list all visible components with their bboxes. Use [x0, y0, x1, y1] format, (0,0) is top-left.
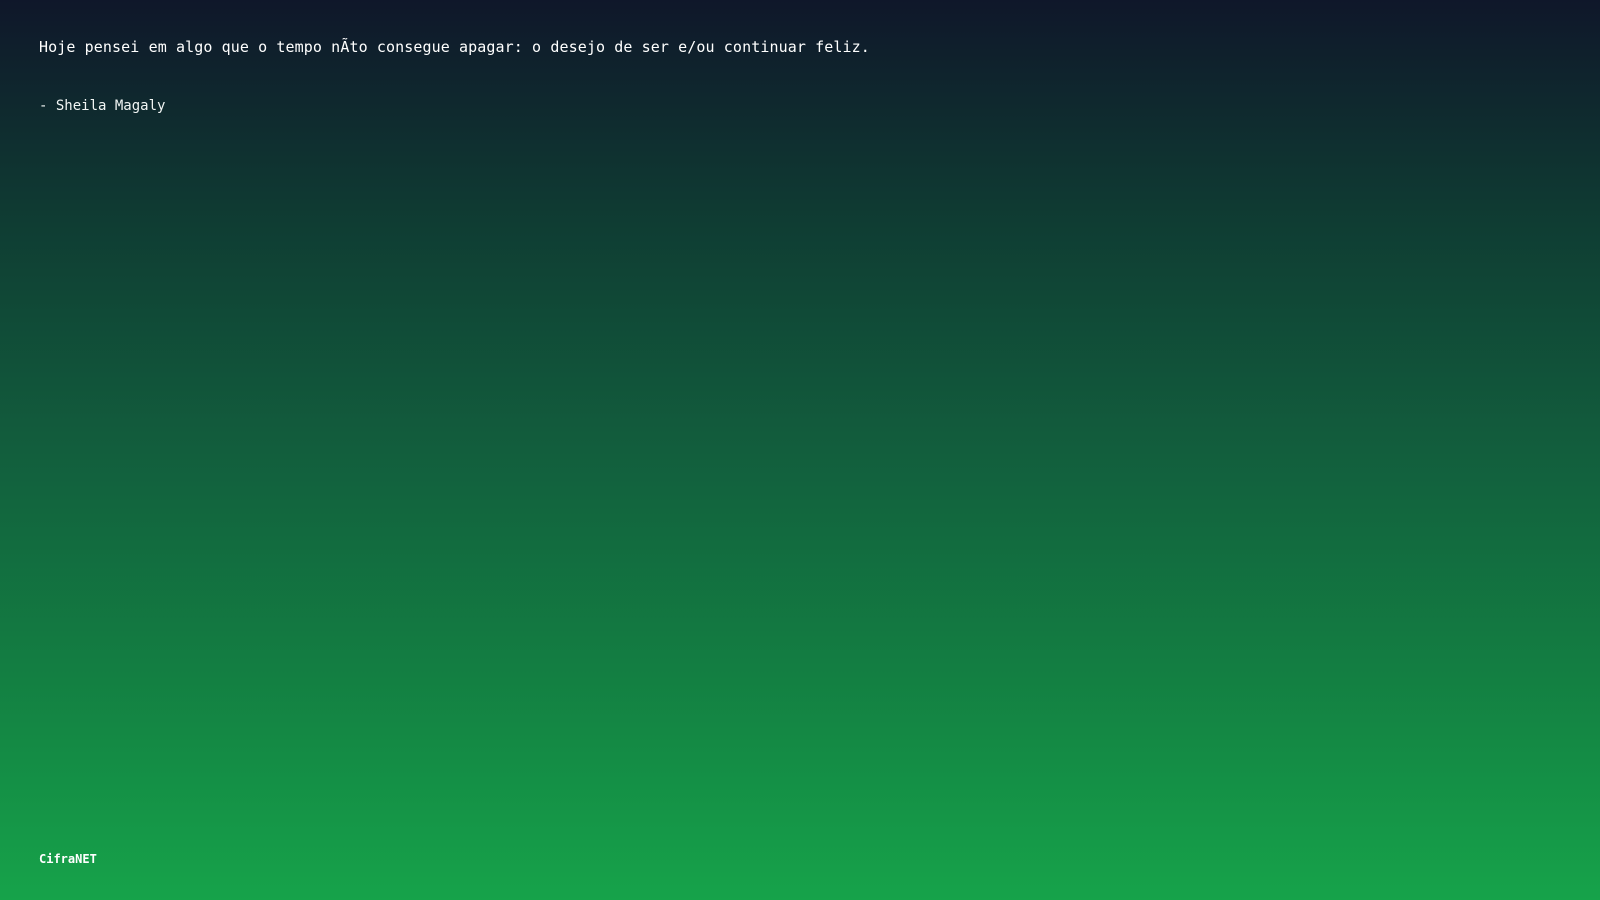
quote-block: Hoje pensei em algo que o tempo nÃto con…	[39, 36, 1539, 116]
quote-author: - Sheila Magaly	[39, 98, 166, 114]
page: { "quote": { "text": "Hoje pensei em alg…	[0, 0, 1600, 900]
brand-label: CifraNET	[39, 852, 97, 866]
quote-text: Hoje pensei em algo que o tempo nÃto con…	[39, 38, 870, 56]
